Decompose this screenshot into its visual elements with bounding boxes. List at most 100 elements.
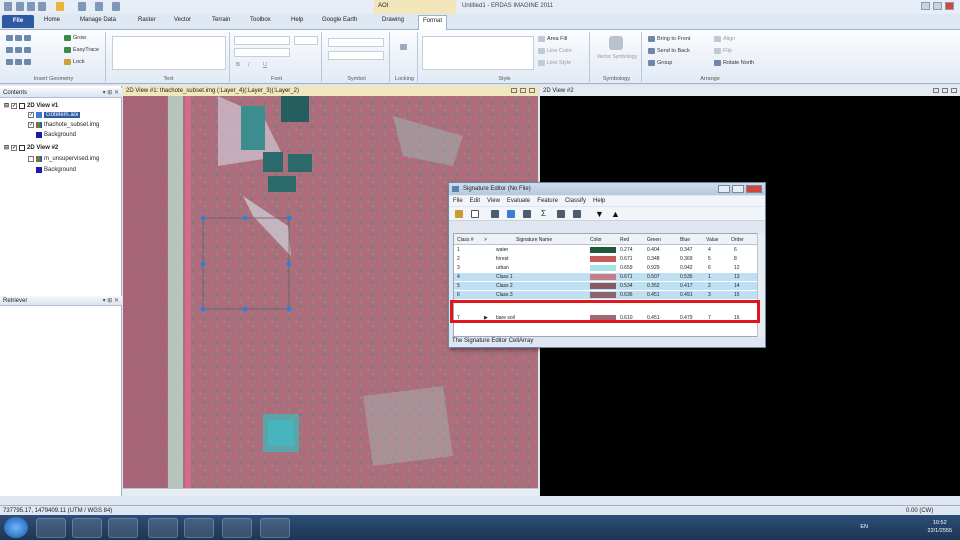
- pan-icon[interactable]: [78, 2, 86, 11]
- cell-name[interactable]: Class 3: [496, 292, 513, 298]
- underline-button[interactable]: U: [263, 62, 267, 68]
- col-class-num[interactable]: Class #: [457, 237, 474, 243]
- grow-button[interactable]: Grow: [64, 35, 86, 41]
- col-signature-name[interactable]: Signature Name: [516, 237, 552, 243]
- send-to-back-button[interactable]: Send to Back: [648, 48, 690, 54]
- tab-help[interactable]: Help: [291, 17, 303, 23]
- maximize-button[interactable]: [933, 2, 942, 10]
- menu-edit[interactable]: Edit: [470, 198, 480, 204]
- draw-tools[interactable]: [6, 59, 31, 65]
- view1-hscrollbar[interactable]: [123, 488, 538, 496]
- explorer-icon[interactable]: [108, 518, 138, 538]
- tab-file[interactable]: File: [2, 15, 34, 28]
- cell-order[interactable]: 6: [734, 247, 737, 253]
- cell-blue[interactable]: 0.491: [680, 292, 693, 298]
- checkbox[interactable]: [28, 112, 34, 118]
- cell-red[interactable]: 0.659: [620, 265, 633, 271]
- tree-item-aoi[interactable]: Gotelem.aoi: [28, 112, 81, 118]
- cell-blue[interactable]: 0.369: [680, 256, 693, 262]
- language-indicator[interactable]: EN: [860, 523, 868, 531]
- menu-view[interactable]: View: [487, 198, 500, 204]
- save-icon[interactable]: [27, 2, 35, 11]
- col-color[interactable]: Color: [590, 237, 602, 243]
- pin-icon[interactable]: ▾ ⊞ ✕: [103, 89, 119, 96]
- rotate-north-button[interactable]: Rotate North: [714, 60, 754, 66]
- font-name-select[interactable]: [234, 36, 290, 45]
- open-icon[interactable]: [38, 2, 46, 11]
- table-row[interactable]: 1 water 0.274 0.404 0.347 4 6: [454, 246, 757, 254]
- table-row[interactable]: 2 forest 0.671 0.348 0.369 5 8: [454, 255, 757, 263]
- clock[interactable]: 10:52 22/1/2555: [928, 519, 952, 535]
- signature-editor-titlebar[interactable]: Signature Editor (No File): [449, 183, 765, 195]
- select-tool-icon[interactable]: [56, 2, 64, 11]
- font-size-select[interactable]: [294, 36, 318, 45]
- erdas-icon[interactable]: [148, 518, 178, 538]
- color-swatch[interactable]: [590, 283, 616, 289]
- word-icon[interactable]: [184, 518, 214, 538]
- col-red[interactable]: Red: [620, 237, 629, 243]
- tab-manage-data[interactable]: Manage Data: [80, 17, 116, 23]
- close-button[interactable]: [746, 185, 762, 193]
- cell-name[interactable]: urban: [496, 265, 509, 271]
- cell-num[interactable]: 1: [457, 247, 460, 253]
- cell-blue[interactable]: 0.535: [680, 274, 693, 280]
- line-color-button[interactable]: Line Color: [538, 48, 572, 54]
- tab-format[interactable]: Format: [418, 15, 448, 30]
- tab-toolbox[interactable]: Toolbox: [250, 17, 271, 23]
- tab-drawing[interactable]: Drawing: [382, 17, 404, 23]
- easytrace-button[interactable]: EasyTrace: [64, 47, 99, 53]
- cell-num[interactable]: 3: [457, 265, 460, 271]
- cell-value[interactable]: 5: [708, 256, 711, 262]
- area-fill-button[interactable]: Area Fill: [538, 36, 567, 42]
- erdas-icon-2[interactable]: [222, 518, 252, 538]
- menu-feature[interactable]: Feature: [537, 198, 558, 204]
- tree-item-background[interactable]: Background: [36, 132, 76, 138]
- tab-raster[interactable]: Raster: [138, 17, 156, 23]
- symbol-size-select[interactable]: [328, 51, 384, 60]
- ie-icon[interactable]: [36, 518, 66, 538]
- cell-name[interactable]: forest: [496, 256, 509, 262]
- color-swatch[interactable]: [590, 256, 616, 262]
- cell-green[interactable]: 0.352: [647, 283, 660, 289]
- text-input[interactable]: [112, 36, 226, 70]
- cell-order[interactable]: 14: [734, 283, 740, 289]
- maximize-button[interactable]: [732, 185, 744, 193]
- cell-value[interactable]: 2: [708, 283, 711, 289]
- checkbox[interactable]: [11, 144, 18, 151]
- vector-symbology-icon[interactable]: [609, 36, 623, 50]
- cell-name[interactable]: Class 1: [496, 274, 513, 280]
- tab-google-earth[interactable]: Google Earth: [322, 17, 357, 23]
- shape-tools[interactable]: [6, 47, 31, 53]
- new-icon[interactable]: [16, 2, 24, 11]
- menu-help[interactable]: Help: [593, 198, 605, 204]
- replace-signature-icon[interactable]: [507, 210, 515, 218]
- col-order[interactable]: Order: [731, 237, 744, 243]
- cell-value[interactable]: 3: [708, 292, 711, 298]
- tree-item-raster[interactable]: thachote_subset.img: [28, 122, 99, 128]
- tree-item-background-2[interactable]: Background: [36, 167, 76, 173]
- table-row[interactable]: 6 Class 3 0.636 0.451 0.491 3 15: [454, 291, 757, 299]
- cell-red[interactable]: 0.671: [620, 256, 633, 262]
- checkbox[interactable]: [28, 156, 34, 162]
- expand-icon[interactable]: ⊟: [4, 102, 9, 109]
- minimize-icon[interactable]: [511, 88, 517, 93]
- flip-button[interactable]: Flip: [714, 48, 732, 54]
- cell-green[interactable]: 0.451: [647, 292, 660, 298]
- close-icon[interactable]: [529, 88, 535, 93]
- cell-red[interactable]: 0.274: [620, 247, 633, 253]
- bold-button[interactable]: B: [236, 62, 240, 68]
- minimize-icon[interactable]: [933, 88, 939, 93]
- cell-order[interactable]: 15: [734, 292, 740, 298]
- bring-to-front-button[interactable]: Bring to Front: [648, 36, 690, 42]
- table-row[interactable]: 4 Class 1 0.671 0.507 0.535 1 13: [454, 273, 757, 281]
- customize-icon[interactable]: [112, 2, 120, 11]
- histogram-icon[interactable]: [557, 210, 565, 218]
- new-icon[interactable]: [471, 210, 479, 218]
- tree-item-unsupervised[interactable]: m_unsupervised.img: [28, 156, 99, 162]
- table-row[interactable]: 3 urban 0.659 0.929 0.942 6 12: [454, 264, 757, 272]
- color-swatch[interactable]: [590, 265, 616, 271]
- tab-terrain[interactable]: Terrain: [212, 17, 230, 23]
- cell-value[interactable]: 4: [708, 247, 711, 253]
- cell-green[interactable]: 0.348: [647, 256, 660, 262]
- cell-order[interactable]: 8: [734, 256, 737, 262]
